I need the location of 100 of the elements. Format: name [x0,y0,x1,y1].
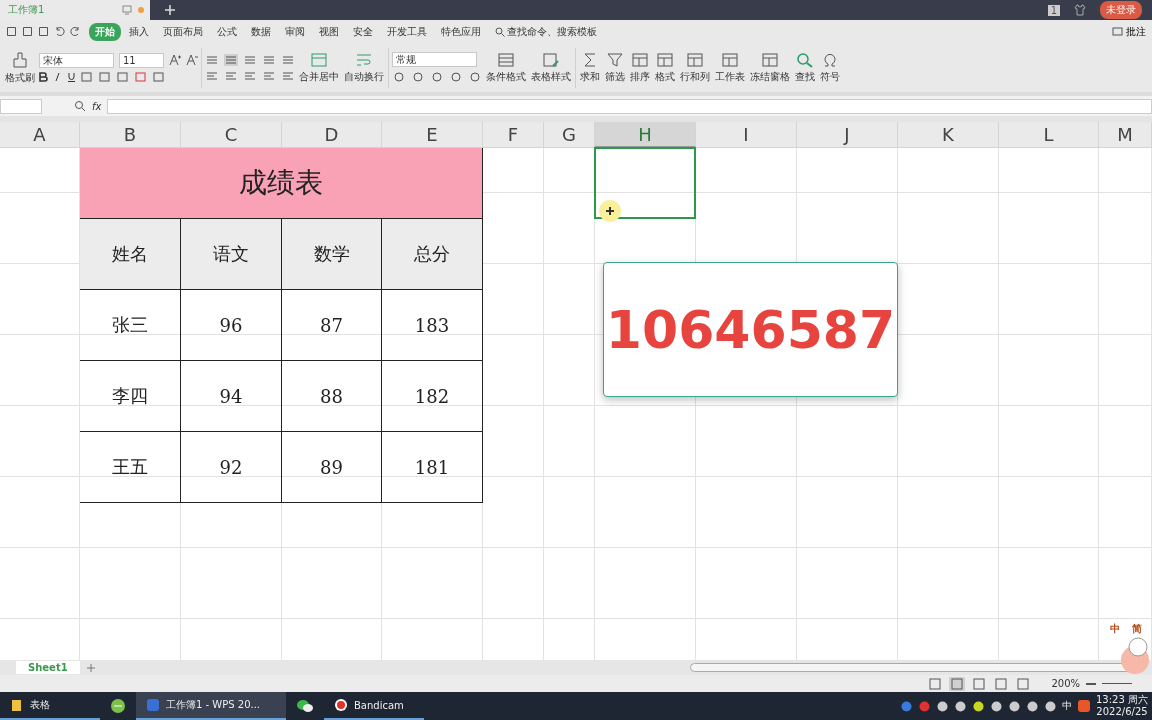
monitor-icon[interactable] [122,5,132,15]
menu-tab[interactable]: 安全 [347,22,379,41]
popup-number: 10646587 [605,299,896,360]
grid-view-icon[interactable] [949,676,966,691]
column-header[interactable]: J [797,122,898,148]
align-icon[interactable] [281,53,295,66]
column-header[interactable]: L [999,122,1099,148]
rows-columns-icon [686,51,704,68]
worksheet-icon [721,51,739,68]
align-icon[interactable] [262,53,276,66]
column-header[interactable]: D [282,122,382,148]
table-cell: 94 [181,361,282,432]
increase-font-icon[interactable] [169,54,181,66]
sticker-character: 简 [1132,622,1142,636]
column-heading: 数学 [282,219,382,290]
menu-tab[interactable]: 开发工具 [381,22,433,41]
wrap-text-button[interactable]: 自动换行 [343,51,385,84]
column-header[interactable]: M [1099,122,1152,148]
align-icon[interactable] [281,69,295,82]
table-style-button[interactable]: 表格样式 [530,51,572,84]
align-icon[interactable] [262,69,276,82]
menu-tab[interactable]: 审阅 [279,22,311,41]
taskbar-item[interactable]: 表格 [0,692,100,720]
taskbar-item[interactable]: Bandicam [324,692,424,720]
comment-icon [1112,26,1123,37]
comment-button[interactable]: 批注 [1106,23,1152,40]
align-icon[interactable] [205,53,219,66]
filter-icon [606,51,624,68]
menu-tab[interactable]: 公式 [211,22,243,41]
undo-icon[interactable] [54,26,65,37]
menu-tab[interactable]: 插入 [123,22,155,41]
column-header[interactable]: B [80,122,181,148]
windows-app-icon[interactable] [900,699,913,713]
new-tab-icon[interactable] [164,4,176,16]
font-name-field[interactable]: 宋体 [39,52,114,68]
ribbon-tool-button[interactable]: 格式 [654,51,676,84]
align-icon[interactable] [243,53,257,66]
ribbon-tool-button[interactable]: 工作表 [714,51,746,84]
window-count-badge[interactable]: 1 [1047,4,1060,16]
ribbon-tool-button[interactable]: 筛选 [604,51,626,84]
font-size-field[interactable]: 11 [119,52,164,68]
align-icon[interactable] [224,53,238,66]
clock-date[interactable]: 2022/6/25 [1096,706,1148,718]
ribbon-tool-button[interactable]: 行和列 [679,51,711,84]
redo-icon[interactable] [70,26,81,37]
login-button[interactable]: 未登录 [1100,1,1142,19]
column-heading: 总分 [382,219,483,290]
chat-app-icon[interactable] [296,698,314,714]
column-header[interactable]: C [181,122,282,148]
column-header[interactable]: E [382,122,483,148]
record-icon[interactable] [918,699,931,713]
zoom-icon[interactable] [74,100,86,112]
format-painter-button[interactable]: 格式刷 [4,50,36,85]
table-cell: 李四 [80,361,181,432]
ribbon-tool-button[interactable]: 查找 [794,51,816,84]
app-circle-icon[interactable] [110,698,126,714]
menu-tab[interactable]: 视图 [313,22,345,41]
selected-cell[interactable] [594,147,696,219]
shirt-icon[interactable] [1074,4,1086,16]
ribbon-tool-button[interactable]: 求和 [579,51,601,84]
merge-center-button[interactable]: 合并居中 [298,51,340,84]
table-lines-icon [497,51,515,68]
align-icon[interactable] [243,69,257,82]
column-header[interactable]: I [696,122,797,148]
add-sheet-icon[interactable] [85,662,96,673]
column-header[interactable]: A [0,122,80,148]
decrease-font-icon[interactable] [186,54,198,66]
number-format-field[interactable]: 常规 [392,52,477,67]
menu-tab[interactable]: 特色应用 [435,22,487,41]
column-header[interactable]: G [544,122,595,148]
taskbar-item[interactable]: 工作簿1 - WPS 20... [136,692,286,720]
menu-tab[interactable]: 数据 [245,22,277,41]
align-icon[interactable] [205,69,219,82]
cursor-highlight-icon [599,200,621,222]
table-cell: 92 [181,432,282,503]
sheet-tab[interactable]: Sheet1 [16,661,80,674]
align-icon[interactable] [224,69,238,82]
sticker-character: 中 [1110,622,1120,636]
column-header[interactable]: F [483,122,544,148]
ribbon-tool-button[interactable]: 符号 [819,51,841,84]
input-app-icon[interactable] [1077,699,1091,713]
column-header[interactable]: H [595,122,696,148]
italic-button[interactable] [53,72,62,82]
bold-icon [39,72,48,82]
table-cell: 181 [382,432,483,503]
clock-time[interactable]: 13:23 周六 [1096,694,1148,706]
table-cell: 王五 [80,432,181,503]
ribbon-tool-button[interactable]: 冻结窗格 [749,51,791,84]
formula-input[interactable] [107,98,1152,114]
freeze-panes-icon [761,51,779,68]
underline-button[interactable] [67,72,76,82]
zoom-level[interactable]: 200% [1051,678,1080,689]
column-header[interactable]: K [898,122,999,148]
bold-button[interactable] [39,72,48,82]
ribbon-tool-button[interactable]: 排序 [629,51,651,84]
search-icon [495,26,505,37]
table-cell: 张三 [80,290,181,361]
input-method-indicator[interactable]: 中 [1062,699,1072,713]
menu-tab[interactable]: 页面布局 [157,22,209,41]
conditional-format-button[interactable]: 条件格式 [485,51,527,84]
